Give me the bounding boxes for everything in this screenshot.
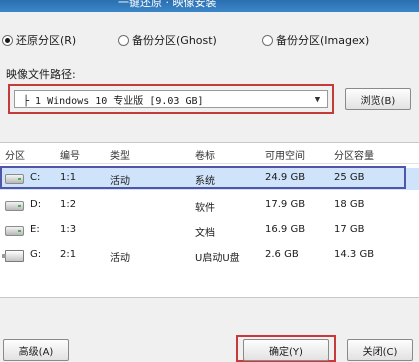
- free-space: 2.6 GB: [265, 249, 299, 260]
- table-row[interactable]: E: 1:3 文档 16.9 GB 17 GB: [0, 220, 419, 242]
- radio-unchecked-icon: [262, 34, 273, 46]
- radio-checked-icon: [2, 34, 13, 46]
- volume-label: 文档: [195, 228, 215, 239]
- column-header-label[interactable]: 卷标: [195, 147, 215, 162]
- radio-restore[interactable]: 还原分区(R): [2, 32, 76, 48]
- advanced-button[interactable]: 高级(A): [3, 339, 69, 361]
- radio-backup-imagex-label: 备份分区(Imagex): [276, 34, 370, 47]
- image-path-select[interactable]: ├ 1 Windows 10 专业版 [9.03 GB] ▼: [14, 90, 328, 108]
- image-path-value: ├ 1 Windows 10 专业版 [9.03 GB]: [23, 95, 204, 107]
- window-title: 一键还原 · 映像安装: [118, 0, 217, 9]
- radio-backup-ghost-label: 备份分区(Ghost): [132, 34, 217, 47]
- usb-drive-icon: [2, 250, 24, 262]
- ok-button[interactable]: 确定(Y): [243, 339, 329, 361]
- partition-size: 14.3 GB: [334, 249, 375, 260]
- partition-number: 1:2: [60, 199, 77, 210]
- free-space: 17.9 GB: [265, 199, 306, 210]
- radio-backup-imagex[interactable]: 备份分区(Imagex): [262, 32, 369, 48]
- drive-letter: D:: [30, 199, 42, 210]
- partition-type: 活动: [110, 253, 130, 264]
- hard-drive-icon: [5, 201, 24, 211]
- mode-radio-group: 还原分区(R) 备份分区(Ghost) 备份分区(Imagex): [0, 30, 419, 50]
- image-path-label: 映像文件路径:: [6, 68, 76, 81]
- hard-drive-icon: [5, 226, 24, 236]
- column-header-type[interactable]: 类型: [110, 147, 130, 162]
- column-header-size[interactable]: 分区容量: [334, 147, 374, 162]
- partition-table: 分区 编号 类型 卷标 可用空间 分区容量 C: 1:1 活动 系统 24.9 …: [0, 142, 419, 298]
- title-bar: 一键还原 · 映像安装: [0, 0, 419, 12]
- partition-size: 17 GB: [334, 224, 365, 235]
- close-button[interactable]: 关闭(C): [347, 339, 413, 361]
- partition-number: 2:1: [60, 249, 77, 260]
- table-row[interactable]: G: 2:1 活动 U启动U盘 2.6 GB 14.3 GB: [0, 245, 419, 267]
- volume-label: 软件: [195, 203, 215, 214]
- radio-unchecked-icon: [118, 34, 129, 46]
- partition-number: 1:3: [60, 224, 77, 235]
- selected-row-highlight: [0, 166, 406, 189]
- table-header: 分区 编号 类型 卷标 可用空间 分区容量: [0, 143, 419, 164]
- chevron-down-icon[interactable]: ▼: [311, 94, 324, 107]
- radio-restore-label: 还原分区(R): [16, 34, 77, 47]
- table-row[interactable]: D: 1:2 软件 17.9 GB 18 GB: [0, 195, 419, 217]
- radio-backup-ghost[interactable]: 备份分区(Ghost): [118, 32, 217, 48]
- partition-size: 18 GB: [334, 199, 365, 210]
- volume-label: U启动U盘: [195, 253, 240, 264]
- drive-letter: G:: [30, 249, 42, 260]
- free-space: 16.9 GB: [265, 224, 306, 235]
- browse-button[interactable]: 浏览(B): [345, 88, 411, 110]
- column-header-drive[interactable]: 分区: [5, 147, 25, 162]
- image-path-highlight: ├ 1 Windows 10 专业版 [9.03 GB] ▼: [8, 84, 334, 114]
- drive-letter: E:: [30, 224, 40, 235]
- column-header-free[interactable]: 可用空间: [265, 147, 305, 162]
- column-header-number[interactable]: 编号: [60, 147, 80, 162]
